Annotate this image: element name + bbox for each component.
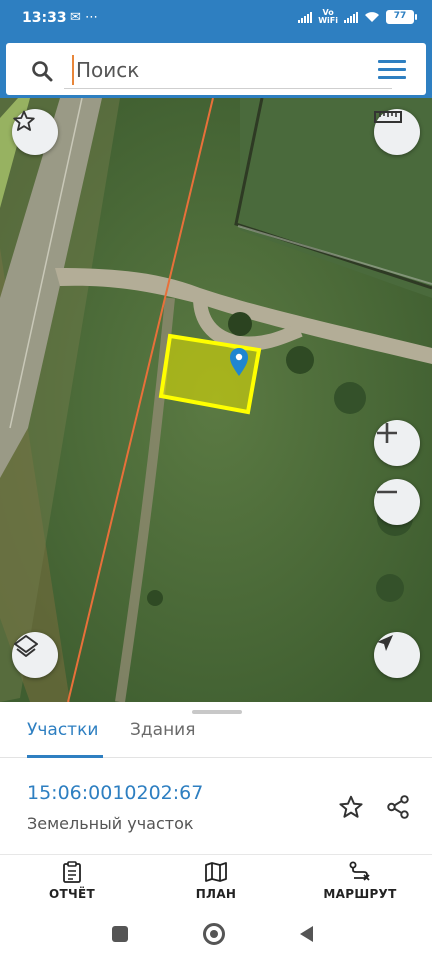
notification-icons: ✉ ⋯ xyxy=(70,10,99,25)
status-time: 13:33 xyxy=(22,10,67,26)
signal-icon-2 xyxy=(344,11,358,23)
nav-report-label: ОТЧЁТ xyxy=(49,887,95,901)
ruler-button[interactable] xyxy=(374,109,420,155)
tree xyxy=(286,346,314,374)
zoom-in-button[interactable] xyxy=(374,420,420,466)
route-icon xyxy=(349,861,370,881)
status-bar: 13:33 ✉ ⋯ Vo WiFi 77 xyxy=(0,0,432,38)
bottom-navigation: ОТЧЁТ ПЛАН МАРШРУТ xyxy=(0,854,432,912)
vowifi-icon: Vo WiFi xyxy=(318,8,338,25)
home-button[interactable] xyxy=(203,923,225,945)
favorite-button[interactable] xyxy=(12,109,58,155)
recents-button[interactable] xyxy=(112,926,128,942)
map-canvas[interactable] xyxy=(0,98,432,702)
menu-icon[interactable] xyxy=(378,60,406,80)
my-location-button[interactable] xyxy=(374,632,420,678)
object-tabs: Участки Здания xyxy=(0,716,432,758)
nav-plan-label: ПЛАН xyxy=(195,887,237,901)
minus-icon xyxy=(377,490,397,494)
star-icon[interactable] xyxy=(338,794,364,820)
parcel-type: Земельный участок xyxy=(27,814,194,833)
nav-report[interactable]: ОТЧЁТ xyxy=(17,861,127,901)
signal-icon xyxy=(298,11,313,23)
search-underline xyxy=(64,88,392,89)
map-plan-icon xyxy=(205,862,227,882)
system-navigation xyxy=(0,912,432,960)
tab-parcels[interactable]: Участки xyxy=(27,720,98,740)
layers-button[interactable] xyxy=(12,632,58,678)
bottom-sheet: Участки Здания 15:06:0010202:67 Земельны… xyxy=(0,702,432,854)
navigation-arrow-icon xyxy=(377,635,393,651)
nav-route-label: МАРШРУТ xyxy=(323,887,397,901)
search-box[interactable]: Поиск xyxy=(6,43,426,95)
star-icon xyxy=(13,110,35,131)
drag-handle[interactable] xyxy=(192,710,242,714)
tab-buildings[interactable]: Здания xyxy=(130,720,195,740)
cadastral-number[interactable]: 15:06:0010202:67 xyxy=(27,782,203,804)
tab-indicator xyxy=(27,755,103,758)
nav-route[interactable]: МАРШРУТ xyxy=(305,861,415,901)
search-icon[interactable] xyxy=(30,59,54,83)
status-right-icons: Vo WiFi 77 xyxy=(298,8,417,25)
tree xyxy=(147,590,163,606)
back-icon[interactable] xyxy=(297,924,315,944)
battery-icon: 77 xyxy=(386,10,417,24)
layers-icon xyxy=(14,635,38,657)
plus-icon xyxy=(377,423,397,443)
satellite-map[interactable] xyxy=(0,98,432,702)
tree xyxy=(334,382,366,414)
search-header: Поиск xyxy=(0,38,432,98)
search-input[interactable]: Поиск xyxy=(72,55,139,85)
wifi-icon xyxy=(365,12,379,22)
tree xyxy=(376,574,404,602)
ruler-icon xyxy=(374,111,402,123)
report-icon xyxy=(63,861,81,883)
nav-plan[interactable]: ПЛАН xyxy=(161,861,271,901)
zoom-out-button[interactable] xyxy=(374,479,420,525)
tree xyxy=(228,312,252,336)
parcel-polygon[interactable] xyxy=(158,333,262,415)
share-icon[interactable] xyxy=(385,794,411,820)
